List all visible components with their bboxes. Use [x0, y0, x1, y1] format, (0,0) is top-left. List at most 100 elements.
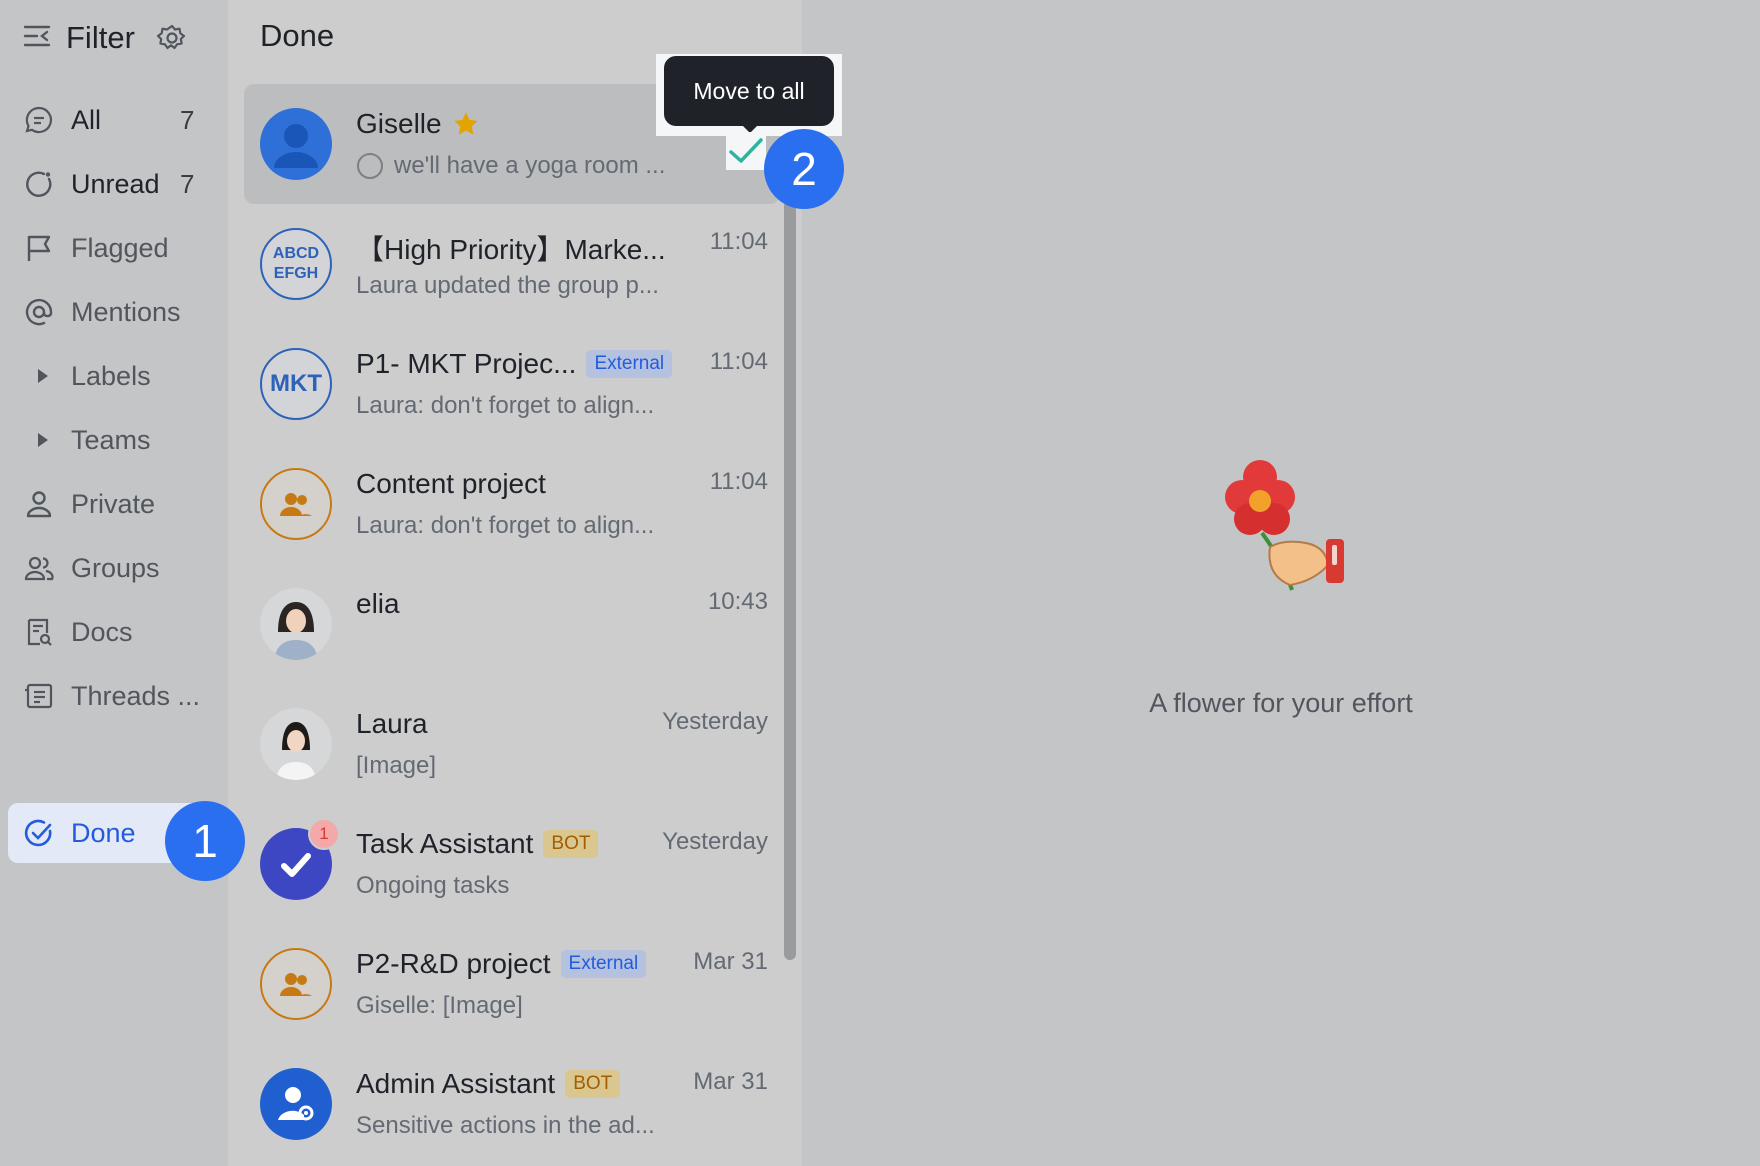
person-icon [24, 489, 54, 519]
chat-time: Mar 31 [693, 948, 768, 975]
gear-icon[interactable] [156, 23, 187, 53]
chat-preview: Sensitive actions in the ad... [356, 1112, 655, 1139]
sidebar-item-label: Labels [71, 360, 151, 391]
sidebar-item-label: Mentions [71, 296, 181, 327]
chat-preview: Laura updated the group p... [356, 272, 659, 299]
sidebar-item-threads[interactable]: Threads ... [0, 666, 228, 726]
sidebar-item-groups[interactable]: Groups [0, 538, 228, 598]
chat-list-panel: Done Giselle we'll have a yoga room ... … [228, 0, 802, 1166]
chat-row-p1-mkt[interactable]: MKT P1- MKT Projec... External 11:04 Lau… [244, 324, 780, 444]
bot-tag: BOT [565, 1070, 621, 1098]
chat-time: Yesterday [662, 828, 768, 855]
chat-time: Mar 31 [693, 1068, 768, 1095]
external-tag: External [586, 350, 673, 378]
avatar [260, 588, 332, 660]
chat-bubble-icon [24, 105, 54, 135]
count-badge: 7 [180, 104, 195, 135]
sidebar-item-label: Unread [71, 168, 160, 199]
sidebar-item-label: Flagged [71, 232, 169, 263]
filter-header: Filter [22, 18, 187, 58]
chat-name: Laura [356, 708, 428, 739]
chat-row-high-priority[interactable]: ABCD EFGH 【High Priority】Marke... 11:04 … [244, 204, 780, 324]
list-title: Done [260, 18, 335, 53]
chat-row-laura[interactable]: Laura Yesterday [Image] [244, 684, 780, 804]
sidebar-item-label: All [71, 104, 102, 135]
chat-row-p2-rd[interactable]: P2-R&D project External Mar 31 Giselle: … [244, 924, 780, 1044]
move-to-all-tooltip: Move to all [664, 56, 834, 126]
sidebar-item-label: Groups [71, 552, 160, 583]
chat-row-elia[interactable]: elia 10:43 [244, 564, 780, 684]
chat-preview-text: we'll have a yoga room ... [394, 152, 666, 179]
task-check-icon [281, 853, 311, 877]
sidebar-item-labels[interactable]: Labels [0, 346, 228, 406]
avatar: MKT [260, 348, 332, 420]
avatar [260, 708, 332, 780]
document-icon [24, 617, 54, 647]
chat-time: 11:04 [709, 228, 768, 255]
sidebar-item-label: Threads ... [71, 680, 201, 711]
empty-state-pane: A flower for your effort [802, 0, 1760, 1166]
chat-name-text: Task Assistant [356, 828, 534, 859]
chat-row-task-assistant[interactable]: 1 Task Assistant BOT Yesterday Ongoing t… [244, 804, 780, 924]
chat-name: Giselle [356, 108, 480, 140]
chat-row-admin-assistant[interactable]: Admin Assistant BOT Mar 31 Sensitive act… [244, 1044, 780, 1164]
circle-status-icon [356, 152, 384, 180]
sidebar-item-label: Done [71, 817, 136, 848]
admin-person-icon [278, 1087, 314, 1121]
chat-preview: Laura: don't forget to align... [356, 392, 655, 419]
avatar: ABCD EFGH [260, 228, 332, 300]
chat-time: 11:04 [709, 468, 768, 495]
chat-name: P2-R&D project External [356, 948, 647, 980]
chat-time: Yesterday [662, 708, 768, 735]
chat-name: 【High Priority】Marke... [356, 234, 666, 265]
expand-triangle-icon[interactable] [24, 425, 54, 455]
chat-name-text: Giselle [356, 108, 442, 139]
chat-name: P1- MKT Projec... External [356, 348, 673, 380]
collapse-sidebar-icon[interactable] [22, 21, 52, 56]
sidebar-item-teams[interactable]: Teams [0, 410, 228, 470]
chat-name: Task Assistant BOT [356, 828, 599, 860]
count-badge: 7 [180, 168, 195, 199]
external-tag: External [560, 950, 647, 978]
chat-name-text: P2-R&D project [356, 948, 551, 979]
chat-row-content-project[interactable]: Content project 11:04 Laura: don't forge… [244, 444, 780, 564]
chat-preview: Laura: don't forget to align... [356, 512, 655, 539]
sidebar-item-all[interactable]: All 7 [0, 90, 228, 150]
move-to-all-button[interactable] [726, 132, 766, 170]
star-icon [452, 110, 480, 138]
empty-state-text: A flower for your effort [1149, 688, 1413, 718]
chat-time: 10:43 [707, 588, 768, 615]
chat-time: 11:04 [709, 348, 768, 375]
chat-name-text: Admin Assistant [356, 1068, 556, 1099]
bot-tag: BOT [543, 830, 599, 858]
chat-preview: Ongoing tasks [356, 872, 510, 899]
filter-title: Filter [66, 20, 135, 55]
unread-icon [24, 169, 54, 199]
sidebar-item-flagged[interactable]: Flagged [0, 218, 228, 278]
step-callout-2: 2 [764, 129, 844, 209]
done-check-icon [24, 818, 54, 848]
chat-preview: [Image] [356, 752, 437, 779]
group-icon [280, 493, 312, 516]
list-scrollbar[interactable] [784, 200, 796, 960]
expand-triangle-icon[interactable] [24, 361, 54, 391]
checkmark-icon [729, 138, 763, 163]
avatar [260, 468, 332, 540]
chat-name-text: P1- MKT Projec... [356, 348, 577, 379]
avatar [260, 108, 332, 180]
unread-badge: 1 [308, 818, 340, 850]
sidebar-item-unread[interactable]: Unread 7 [0, 154, 228, 214]
sidebar-item-label: Docs [71, 616, 133, 647]
sidebar-item-mentions[interactable]: Mentions [0, 282, 228, 342]
chat-preview: Giselle: [Image] [356, 992, 523, 1019]
sidebar: Filter All 7 Unread 7 Flagged Mentions L… [0, 0, 228, 1166]
sidebar-item-label: Teams [71, 424, 151, 455]
avatar [260, 948, 332, 1020]
sidebar-item-docs[interactable]: Docs [0, 602, 228, 662]
flower-hand-illustration [1222, 455, 1362, 600]
chat-preview: we'll have a yoga room ... [356, 152, 665, 180]
sidebar-item-label: Private [71, 488, 156, 519]
sidebar-item-private[interactable]: Private [0, 474, 228, 534]
avatar [260, 1068, 332, 1140]
chat-name: Content project [356, 468, 546, 499]
